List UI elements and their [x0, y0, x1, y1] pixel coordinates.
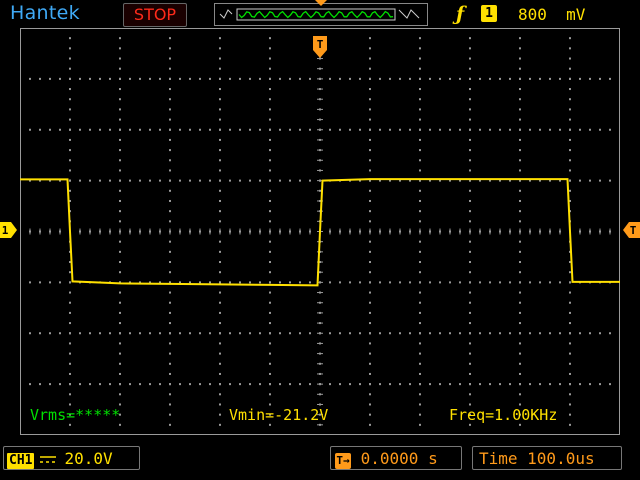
trigger-position-label: T: [317, 38, 324, 51]
top-status-bar: Hantek STOP ƒ 1 800 mV: [0, 0, 640, 28]
memory-trigger-pointer-icon: [315, 0, 327, 6]
trigger-position-value: 0.0000 s: [360, 449, 438, 468]
rising-edge-icon: ƒ: [456, 3, 465, 25]
trigger-level-value: 800 mV: [518, 5, 586, 24]
waveform-preview-icon: [219, 8, 420, 21]
run-stop-indicator[interactable]: STOP: [123, 3, 187, 27]
trigger-position-marker[interactable]: T: [313, 36, 327, 58]
channel1-ground-marker[interactable]: 1: [0, 221, 18, 239]
channel1-label: CH1: [7, 453, 35, 469]
channel1-marker-label: 1: [2, 224, 9, 237]
frequency-measurement: Freq=1.00KHz: [449, 406, 558, 424]
timebase-box[interactable]: Time 100.0us: [472, 446, 622, 470]
channel1-scale-box[interactable]: CH1 20.0V: [3, 446, 140, 470]
trigger-level-marker[interactable]: T: [622, 221, 640, 239]
brand-logo: Hantek: [10, 2, 80, 24]
vmin-measurement: Vmin=-21.2V: [229, 406, 329, 424]
svg-text:T: T: [630, 224, 637, 237]
dc-coupling-icon: [40, 455, 57, 463]
volts-per-div-value: 20.0V: [64, 449, 113, 468]
trigger-time-icon: T→: [335, 453, 351, 469]
trigger-source-badge: 1: [481, 5, 497, 22]
trigger-position-box[interactable]: T→ 0.0000 s: [330, 446, 462, 470]
waveform-display[interactable]: T: [20, 28, 620, 435]
trigger-info-panel[interactable]: ƒ 1 800 mV: [450, 2, 636, 26]
vrms-measurement: Vrms=*****: [30, 406, 121, 424]
